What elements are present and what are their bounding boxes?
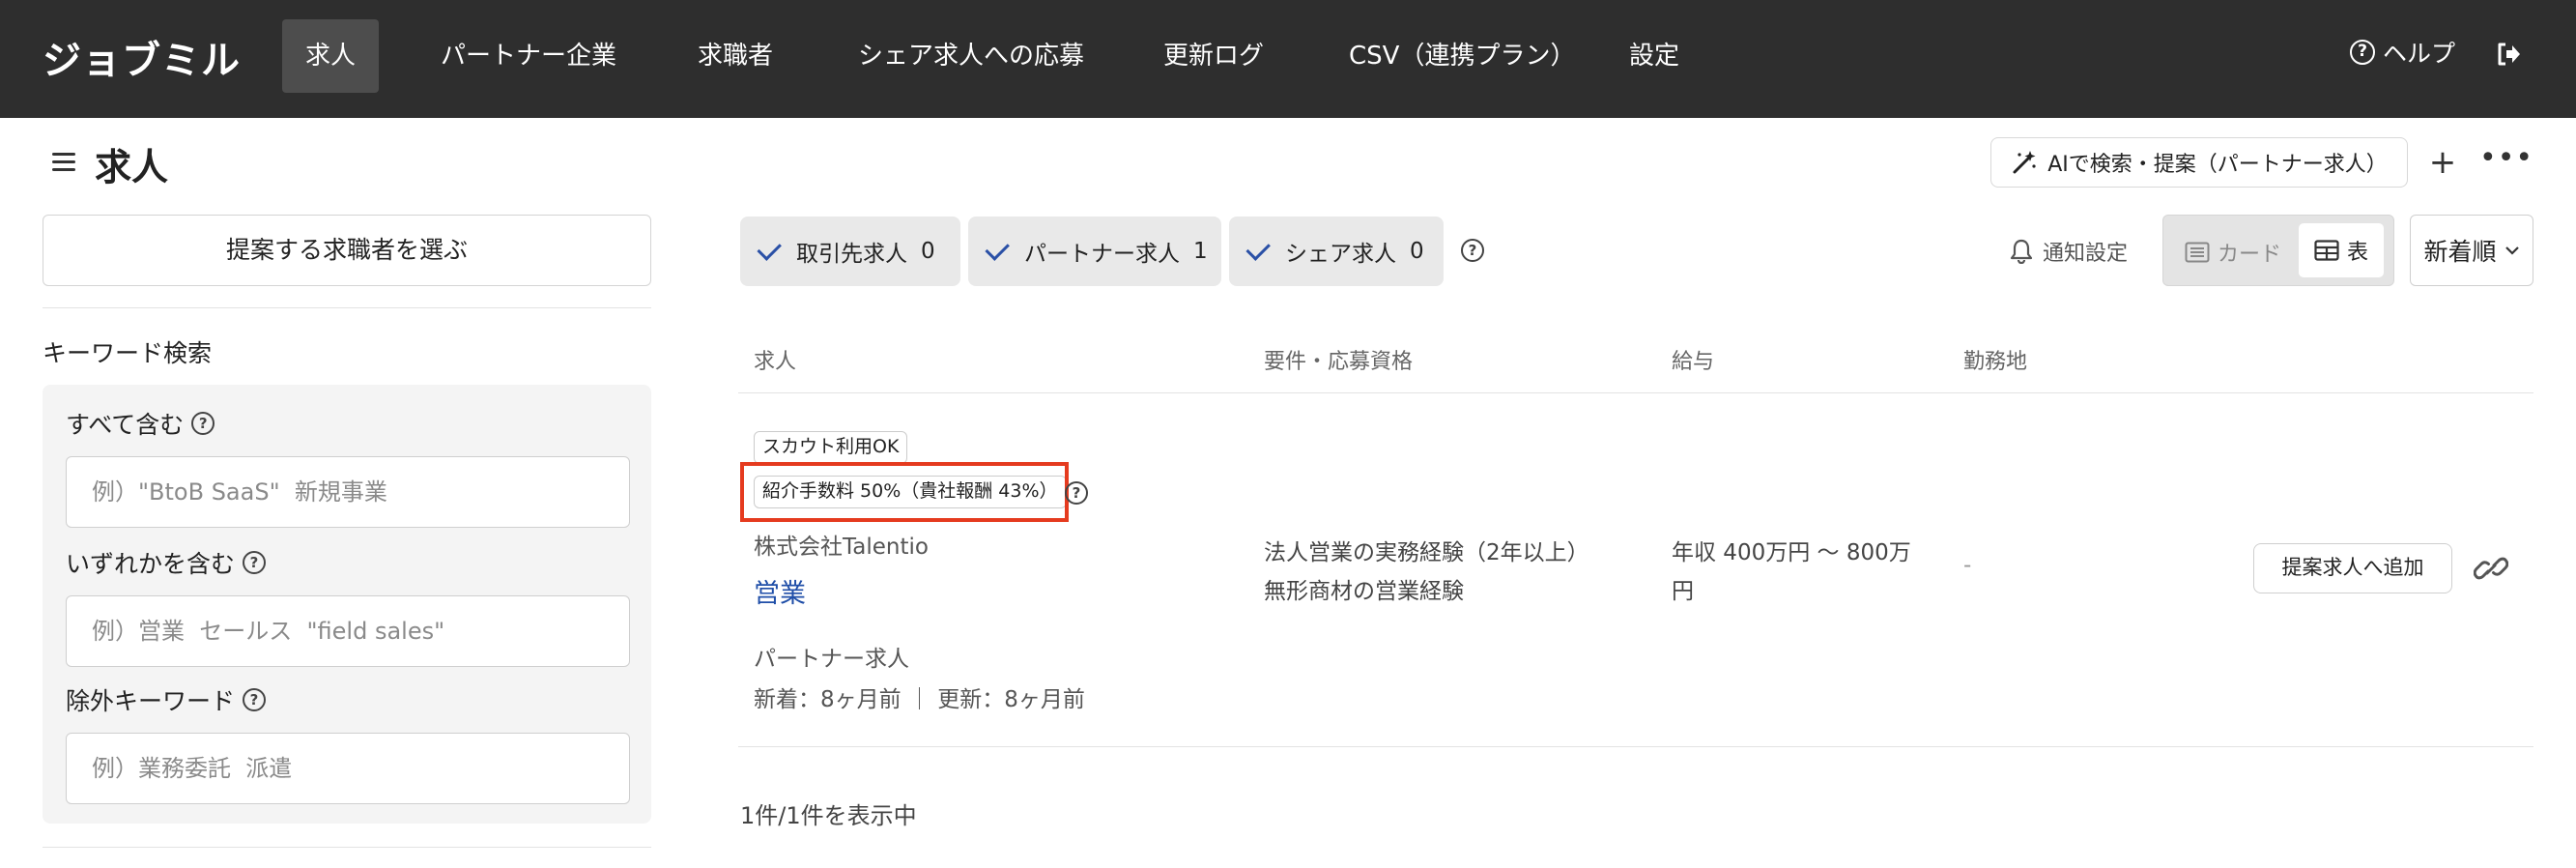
top-nav: ジョブミル 求人 パートナー企業 求職者 シェア求人への応募 更新ログ CSV（… bbox=[0, 0, 2576, 118]
view-table-option[interactable]: 表 bbox=[2299, 223, 2384, 277]
question-circle-icon[interactable]: ? bbox=[243, 688, 267, 711]
check-icon bbox=[757, 236, 782, 261]
location-value: - bbox=[1963, 553, 1972, 578]
keyword-any-label: いずれかを含む ? bbox=[66, 545, 267, 580]
keyword-any-label-text: いずれかを含む bbox=[66, 550, 236, 578]
logout-icon[interactable] bbox=[2495, 41, 2522, 68]
question-circle-icon[interactable]: ? bbox=[1065, 481, 1088, 505]
ai-search-label: AIで検索・提案（パートナー求人） bbox=[2047, 153, 2388, 177]
question-circle-icon[interactable]: ? bbox=[191, 412, 215, 435]
check-icon bbox=[985, 236, 1010, 261]
chip-label: 取引先求人 bbox=[796, 242, 907, 267]
notification-label: 通知設定 bbox=[2043, 242, 2129, 266]
chip-label: パートナー求人 bbox=[1024, 242, 1180, 267]
job-dates: 新着：8ヶ月前 ｜ 更新：8ヶ月前 bbox=[754, 687, 1085, 712]
row-divider bbox=[738, 746, 2533, 747]
select-candidate-button[interactable]: 提案する求職者を選ぶ bbox=[43, 215, 651, 286]
help-link[interactable]: ? ヘルプ bbox=[2350, 35, 2455, 70]
filter-chip-client-jobs[interactable]: 取引先求人 0 bbox=[740, 217, 960, 286]
scout-ok-badge: スカウト利用OK bbox=[754, 431, 908, 464]
add-job-button[interactable]: + bbox=[2416, 139, 2470, 188]
keyword-all-label: すべて含む ? bbox=[66, 406, 215, 441]
view-card-option[interactable]: カード bbox=[2185, 237, 2281, 268]
nav-item-csv[interactable]: CSV（連携プラン） bbox=[1349, 19, 1575, 93]
add-to-proposal-button[interactable]: 提案求人へ追加 bbox=[2253, 543, 2452, 593]
check-icon bbox=[1245, 236, 1271, 261]
keyword-all-input[interactable] bbox=[66, 456, 630, 528]
view-toggle: カード 表 bbox=[2162, 215, 2394, 286]
job-type: パートナー求人 bbox=[754, 647, 909, 672]
link-icon[interactable] bbox=[2474, 555, 2508, 582]
column-header-location: 勤務地 bbox=[1963, 350, 2028, 374]
question-circle-icon: ? bbox=[2350, 40, 2375, 65]
help-label: ヘルプ bbox=[2383, 40, 2456, 68]
keyword-exclude-label: 除外キーワード ? bbox=[66, 682, 267, 717]
more-options-button[interactable]: ••• bbox=[2479, 139, 2533, 188]
column-header-requirements: 要件・応募資格 bbox=[1264, 350, 1414, 374]
result-count: 1件/1件を表示中 bbox=[740, 802, 917, 829]
app-logo[interactable]: ジョブミル bbox=[43, 29, 241, 85]
sort-select[interactable]: 新着順 bbox=[2410, 215, 2533, 286]
salary-value: 年収 400万円 〜 800万円 bbox=[1672, 540, 1911, 604]
requirement-item: 法人営業の実務経験（2年以上） bbox=[1264, 540, 1589, 565]
highlight-box bbox=[740, 462, 1069, 522]
keyword-all-label-text: すべて含む bbox=[66, 411, 185, 439]
magic-wand-icon bbox=[2013, 151, 2036, 174]
chip-count: 1 bbox=[1193, 239, 1208, 264]
sort-label: 新着順 bbox=[2423, 238, 2497, 266]
filter-chip-partner-jobs[interactable]: パートナー求人 1 bbox=[968, 217, 1221, 286]
view-card-label: カード bbox=[2218, 243, 2282, 267]
header-divider bbox=[738, 392, 2533, 393]
column-header-job: 求人 bbox=[754, 350, 797, 374]
ai-search-button[interactable]: AIで検索・提案（パートナー求人） bbox=[1990, 137, 2408, 188]
chip-count: 0 bbox=[1410, 239, 1424, 264]
menu-icon[interactable] bbox=[52, 153, 75, 171]
column-header-salary: 給与 bbox=[1672, 350, 1715, 374]
chevron-down-icon bbox=[2504, 246, 2519, 255]
page-title: 求人 bbox=[95, 146, 169, 188]
chip-label: シェア求人 bbox=[1285, 242, 1396, 267]
nav-item-share-applications[interactable]: シェア求人への応募 bbox=[858, 19, 1084, 93]
table-icon bbox=[2314, 240, 2339, 261]
keyword-any-input[interactable] bbox=[66, 595, 630, 667]
chip-count: 0 bbox=[921, 239, 935, 264]
bell-icon bbox=[2010, 239, 2033, 264]
job-title-link[interactable]: 営業 bbox=[754, 572, 806, 610]
notification-settings[interactable]: 通知設定 bbox=[2010, 236, 2128, 267]
nav-item-candidates[interactable]: 求職者 bbox=[698, 19, 773, 93]
nav-item-settings[interactable]: 設定 bbox=[1629, 19, 1679, 93]
requirement-item: 無形商材の営業経験 bbox=[1264, 579, 1464, 604]
keyword-search-title: キーワード検索 bbox=[43, 339, 213, 367]
company-name: 株式会社Talentio bbox=[754, 535, 929, 560]
question-circle-icon[interactable]: ? bbox=[1461, 239, 1484, 262]
nav-item-update-log[interactable]: 更新ログ bbox=[1163, 19, 1264, 93]
sidebar-bottom-divider bbox=[43, 847, 651, 848]
view-table-label: 表 bbox=[2346, 241, 2368, 265]
sidebar-divider bbox=[43, 307, 651, 308]
keyword-exclude-input[interactable] bbox=[66, 733, 630, 804]
keyword-exclude-label-text: 除外キーワード bbox=[66, 687, 236, 715]
nav-item-partners[interactable]: パートナー企業 bbox=[441, 19, 616, 93]
list-icon bbox=[2185, 242, 2210, 263]
filter-chip-share-jobs[interactable]: シェア求人 0 bbox=[1229, 217, 1444, 286]
question-circle-icon[interactable]: ? bbox=[243, 551, 267, 574]
nav-item-jobs[interactable]: 求人 bbox=[282, 19, 380, 93]
